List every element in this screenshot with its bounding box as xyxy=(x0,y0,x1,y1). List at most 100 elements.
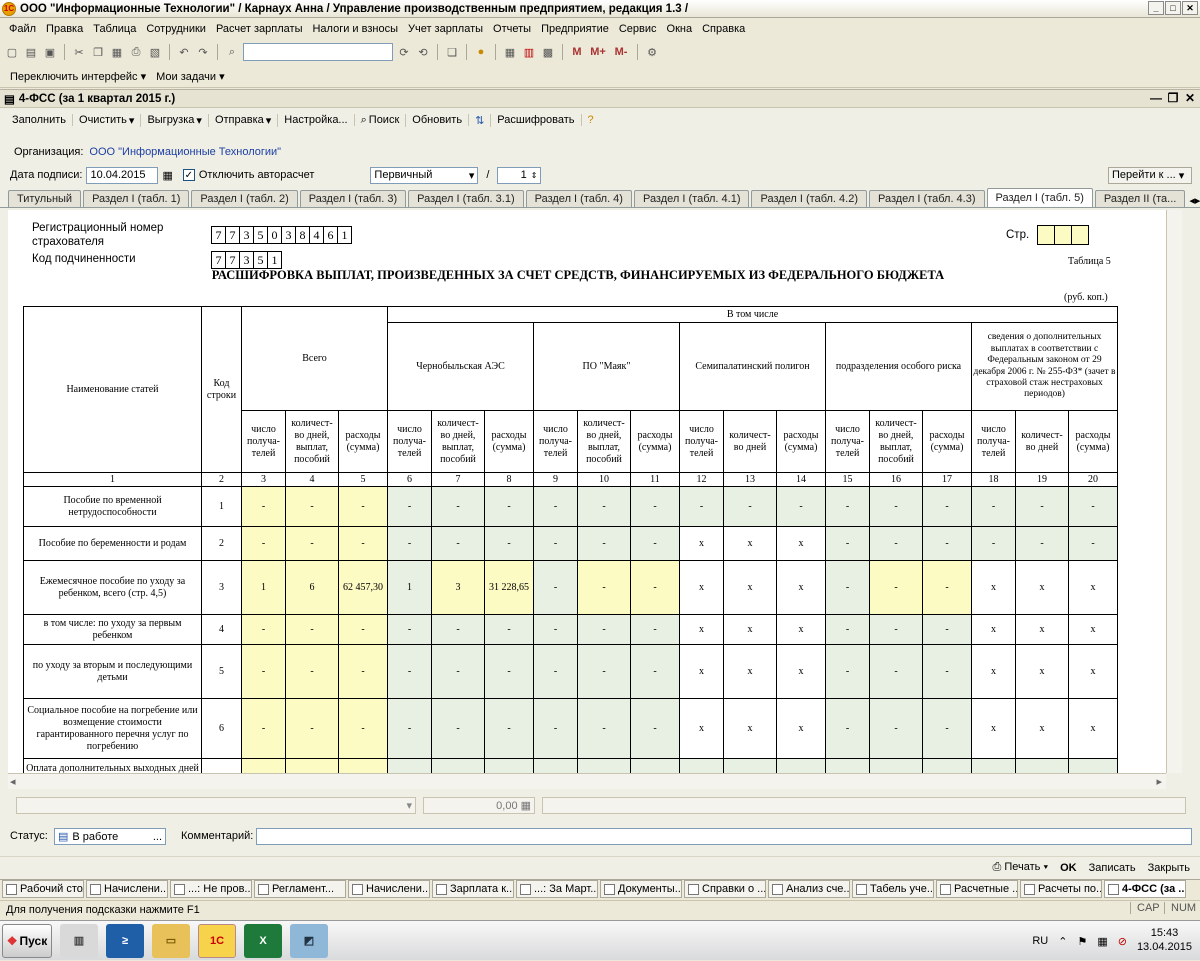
table-cell[interactable]: - xyxy=(869,698,923,759)
table-cell[interactable]: - xyxy=(338,526,388,561)
scroll-left-icon[interactable]: ◂ xyxy=(10,775,16,788)
help-icon[interactable]: ● xyxy=(473,44,489,60)
doc-minimize-button[interactable]: — xyxy=(1148,91,1164,105)
table-cell[interactable] xyxy=(922,758,972,773)
table-cell[interactable]: 1 xyxy=(241,560,286,615)
table-cell[interactable]: - xyxy=(825,560,870,615)
calendar-icon[interactable]: ▦ xyxy=(162,169,172,182)
menu-item[interactable]: Расчет зарплаты xyxy=(211,23,308,35)
table-cell[interactable]: - xyxy=(825,698,870,759)
menu-item[interactable]: Сотрудники xyxy=(141,23,211,35)
tab-section2[interactable]: Раздел II (та... xyxy=(1094,190,1186,207)
new-document-icon[interactable]: ▢ xyxy=(4,44,20,60)
table-cell[interactable]: - xyxy=(431,644,485,699)
org-link[interactable]: ООО "Информационные Технологии" xyxy=(89,146,281,158)
copy-icon[interactable]: ❐ xyxy=(90,44,106,60)
table-cell[interactable]: x xyxy=(971,698,1016,759)
tab-section1-t41[interactable]: Раздел I (табл. 4.1) xyxy=(633,190,750,207)
start-button[interactable]: ❖ Пуск xyxy=(2,923,52,958)
memory-icon[interactable]: ▩ xyxy=(540,44,556,60)
table-cell[interactable]: - xyxy=(971,486,1016,527)
table-cell[interactable]: - xyxy=(577,526,631,561)
table-cell[interactable]: - xyxy=(285,486,339,527)
report-type-select[interactable]: Первичный ▾ xyxy=(370,166,479,184)
table-cell[interactable]: - xyxy=(387,486,432,527)
table-cell[interactable]: - xyxy=(387,526,432,561)
table-cell[interactable]: x xyxy=(679,698,724,759)
table-cell[interactable]: - xyxy=(922,486,972,527)
menu-item[interactable]: Налоги и взносы xyxy=(307,23,403,35)
reg-number-cells[interactable]: 7735038461 xyxy=(211,226,352,244)
table-cell[interactable]: - xyxy=(776,486,826,527)
open-window-tab[interactable]: Справки о ... xyxy=(684,880,766,898)
table-cell[interactable]: - xyxy=(922,560,972,615)
1c-app-icon[interactable]: 1С xyxy=(198,923,236,958)
menu-item[interactable]: Таблица xyxy=(88,23,141,35)
table-cell[interactable]: - xyxy=(285,614,339,645)
memory-plus-icon[interactable]: M+ xyxy=(588,44,608,60)
maximize-button[interactable]: □ xyxy=(1165,1,1181,15)
server-manager-icon[interactable]: ▥ xyxy=(60,923,98,958)
my-tasks-button[interactable]: Мои задачи ▾ xyxy=(156,70,225,83)
table-cell[interactable] xyxy=(484,758,534,773)
memory-minus-icon[interactable]: M- xyxy=(611,44,631,60)
table-cell[interactable]: 1 xyxy=(387,560,432,615)
print-icon[interactable]: ⎙ xyxy=(128,44,144,60)
minimize-button[interactable]: _ xyxy=(1148,1,1164,15)
table-cell[interactable]: - xyxy=(630,644,680,699)
sort-icon[interactable]: ⇅ xyxy=(469,113,492,127)
memory-m-icon[interactable]: M xyxy=(569,44,585,60)
table-cell[interactable]: x xyxy=(723,526,777,561)
cell-selector[interactable]: ▾ xyxy=(16,797,416,814)
fill-button[interactable]: Заполнить xyxy=(6,114,74,126)
menu-item[interactable]: Сервис xyxy=(614,23,662,35)
table-cell[interactable]: - xyxy=(630,526,680,561)
table-cell[interactable]: - xyxy=(241,644,286,699)
refresh-button[interactable]: Обновить xyxy=(406,114,470,126)
table-cell[interactable]: - xyxy=(630,486,680,527)
paste-icon[interactable]: ▦ xyxy=(109,44,125,60)
table-cell[interactable]: - xyxy=(533,644,578,699)
table-cell[interactable]: - xyxy=(484,486,534,527)
table-cell[interactable]: - xyxy=(338,614,388,645)
correction-number-stepper[interactable]: 1 ⇕ xyxy=(497,166,542,184)
find-next-icon[interactable]: ⟳ xyxy=(396,44,412,60)
table-cell[interactable]: - xyxy=(723,486,777,527)
search-button[interactable]: ⌕ Поиск xyxy=(355,113,407,127)
table-cell[interactable] xyxy=(241,758,286,773)
table-cell[interactable]: - xyxy=(922,698,972,759)
table-cell[interactable] xyxy=(338,758,388,773)
table-cell[interactable]: - xyxy=(869,486,923,527)
date-field[interactable]: 10.04.2015 xyxy=(86,166,159,184)
table-cell[interactable]: - xyxy=(533,526,578,561)
clear-button[interactable]: Очистить ▾ xyxy=(73,113,142,127)
table-cell[interactable]: x xyxy=(723,560,777,615)
table-cell[interactable]: x xyxy=(1015,698,1069,759)
tab-section1-t2[interactable]: Раздел I (табл. 2) xyxy=(191,190,298,207)
table-cell[interactable]: x xyxy=(1068,644,1118,699)
close-button[interactable]: Закрыть xyxy=(1148,862,1190,874)
table-cell[interactable]: - xyxy=(338,486,388,527)
table-cell[interactable]: - xyxy=(1068,486,1118,527)
table-cell[interactable] xyxy=(577,758,631,773)
open-window-tab[interactable]: Табель уче... xyxy=(852,880,934,898)
page-cells[interactable] xyxy=(1037,225,1089,245)
table-cell[interactable]: x xyxy=(1068,560,1118,615)
notes-app-icon[interactable]: ◩ xyxy=(290,923,328,958)
save-button[interactable]: Записать xyxy=(1089,862,1136,874)
tab-section1-t1[interactable]: Раздел I (табл. 1) xyxy=(83,190,190,207)
tab-section1-t42[interactable]: Раздел I (табл. 4.2) xyxy=(751,190,867,207)
table-cell[interactable]: - xyxy=(533,614,578,645)
table-cell[interactable]: x xyxy=(1068,614,1118,645)
menu-item[interactable]: Окна xyxy=(662,23,698,35)
table-cell[interactable]: - xyxy=(285,526,339,561)
table-cell[interactable]: 31 228,65 xyxy=(484,560,534,615)
table-cell[interactable]: - xyxy=(431,486,485,527)
table-cell[interactable]: x xyxy=(679,644,724,699)
cut-icon[interactable]: ✂ xyxy=(71,44,87,60)
clock[interactable]: 15:43 13.04.2015 xyxy=(1137,927,1192,955)
table-cell[interactable] xyxy=(431,758,485,773)
table-cell[interactable] xyxy=(776,758,826,773)
table-cell[interactable]: - xyxy=(825,486,870,527)
language-indicator[interactable]: RU xyxy=(1032,935,1048,947)
